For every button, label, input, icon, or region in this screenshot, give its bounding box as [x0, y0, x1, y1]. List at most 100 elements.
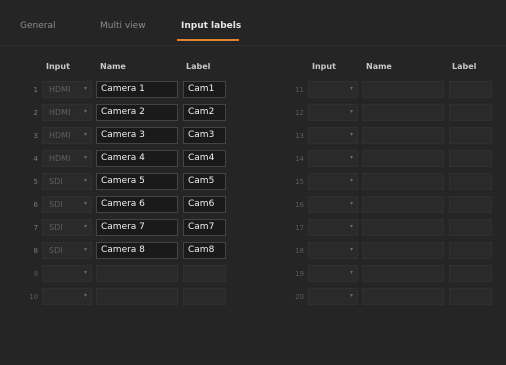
name-field[interactable] — [362, 173, 444, 190]
label-field-value: Cam6 — [188, 199, 215, 209]
input-labels-panel: General Multi view Input labels Input Na… — [0, 0, 506, 365]
row-number: 20 — [295, 293, 304, 301]
row-number: 15 — [295, 178, 304, 186]
label-field[interactable] — [449, 173, 492, 190]
input-source-dropdown[interactable]: ▾ — [308, 127, 358, 144]
column-header-label: Label — [452, 62, 477, 71]
input-source-dropdown[interactable]: ▾ — [42, 265, 92, 282]
name-field[interactable]: Camera 1 — [96, 81, 178, 98]
label-field[interactable]: Cam4 — [183, 150, 226, 167]
name-field-value: Camera 8 — [101, 245, 145, 255]
name-field[interactable] — [96, 265, 178, 282]
input-source-value: HDMI — [49, 85, 71, 94]
label-field-value: Cam3 — [188, 130, 215, 140]
name-field[interactable] — [362, 196, 444, 213]
name-field[interactable] — [362, 288, 444, 305]
label-field[interactable] — [449, 127, 492, 144]
row-number: 18 — [295, 247, 304, 255]
label-field[interactable]: Cam5 — [183, 173, 226, 190]
label-field[interactable] — [183, 265, 226, 282]
label-field[interactable]: Cam8 — [183, 242, 226, 259]
name-field[interactable]: Camera 4 — [96, 150, 178, 167]
name-field[interactable] — [96, 288, 178, 305]
tab-general[interactable]: General — [20, 21, 55, 31]
label-field-value: Cam7 — [188, 222, 215, 232]
label-field[interactable]: Cam1 — [183, 81, 226, 98]
name-field[interactable]: Camera 7 — [96, 219, 178, 236]
label-field[interactable] — [449, 104, 492, 121]
input-source-dropdown[interactable]: ▾ — [308, 81, 358, 98]
row-number: 7 — [33, 224, 38, 232]
input-source-dropdown[interactable]: ▾ — [308, 104, 358, 121]
label-field[interactable]: Cam2 — [183, 104, 226, 121]
input-source-dropdown[interactable]: ▾ — [308, 265, 358, 282]
input-source-dropdown[interactable]: SDI ▾ — [42, 242, 92, 259]
input-source-dropdown[interactable]: ▾ — [308, 150, 358, 167]
row-number: 3 — [33, 132, 38, 140]
column-header-input: Input — [46, 62, 70, 71]
label-field[interactable] — [183, 288, 226, 305]
row-number: 5 — [33, 178, 38, 186]
tab-divider — [0, 45, 506, 46]
name-field-value: Camera 7 — [101, 222, 145, 232]
chevron-down-icon: ▾ — [83, 246, 87, 253]
name-field[interactable]: Camera 3 — [96, 127, 178, 144]
label-field[interactable] — [449, 242, 492, 259]
input-source-dropdown[interactable]: HDMI ▾ — [42, 150, 92, 167]
name-field[interactable]: Camera 2 — [96, 104, 178, 121]
input-source-dropdown[interactable]: SDI ▾ — [42, 173, 92, 190]
input-source-dropdown[interactable]: HDMI ▾ — [42, 81, 92, 98]
input-source-dropdown[interactable]: SDI ▾ — [42, 219, 92, 236]
input-source-dropdown[interactable]: ▾ — [42, 288, 92, 305]
name-field[interactable]: Camera 8 — [96, 242, 178, 259]
label-field[interactable]: Cam6 — [183, 196, 226, 213]
name-field[interactable] — [362, 242, 444, 259]
chevron-down-icon: ▾ — [83, 154, 87, 161]
chevron-down-icon: ▾ — [349, 177, 353, 184]
row-number: 6 — [33, 201, 38, 209]
label-field-value: Cam4 — [188, 153, 215, 163]
column-header-name: Name — [366, 62, 392, 71]
tab-input-labels[interactable]: Input labels — [181, 21, 241, 31]
label-field[interactable] — [449, 196, 492, 213]
name-field[interactable] — [362, 219, 444, 236]
input-source-dropdown[interactable]: SDI ▾ — [42, 196, 92, 213]
chevron-down-icon: ▾ — [349, 154, 353, 161]
chevron-down-icon: ▾ — [83, 108, 87, 115]
label-field[interactable] — [449, 81, 492, 98]
label-field[interactable] — [449, 265, 492, 282]
input-source-value: SDI — [49, 246, 63, 255]
name-field[interactable] — [362, 81, 444, 98]
row-number: 12 — [295, 109, 304, 117]
input-source-dropdown[interactable]: ▾ — [308, 173, 358, 190]
input-source-dropdown[interactable]: ▾ — [308, 242, 358, 259]
chevron-down-icon: ▾ — [83, 292, 87, 299]
label-field[interactable]: Cam3 — [183, 127, 226, 144]
label-field[interactable] — [449, 288, 492, 305]
name-field[interactable] — [362, 150, 444, 167]
label-field[interactable] — [449, 219, 492, 236]
chevron-down-icon: ▾ — [349, 269, 353, 276]
name-field[interactable] — [362, 104, 444, 121]
input-source-dropdown[interactable]: HDMI ▾ — [42, 127, 92, 144]
name-field[interactable]: Camera 5 — [96, 173, 178, 190]
input-source-value: HDMI — [49, 108, 71, 117]
name-field[interactable] — [362, 265, 444, 282]
input-source-dropdown[interactable]: ▾ — [308, 219, 358, 236]
label-field[interactable] — [449, 150, 492, 167]
chevron-down-icon: ▾ — [349, 246, 353, 253]
tab-multi-view[interactable]: Multi view — [100, 21, 146, 31]
name-field[interactable] — [362, 127, 444, 144]
name-field[interactable]: Camera 6 — [96, 196, 178, 213]
input-source-dropdown[interactable]: ▾ — [308, 196, 358, 213]
label-field[interactable]: Cam7 — [183, 219, 226, 236]
input-source-dropdown[interactable]: ▾ — [308, 288, 358, 305]
row-number: 16 — [295, 201, 304, 209]
name-field-value: Camera 2 — [101, 107, 145, 117]
input-source-dropdown[interactable]: HDMI ▾ — [42, 104, 92, 121]
name-field-value: Camera 5 — [101, 176, 145, 186]
column-header-input: Input — [312, 62, 336, 71]
input-source-value: SDI — [49, 223, 63, 232]
chevron-down-icon: ▾ — [83, 223, 87, 230]
label-field-value: Cam5 — [188, 176, 215, 186]
